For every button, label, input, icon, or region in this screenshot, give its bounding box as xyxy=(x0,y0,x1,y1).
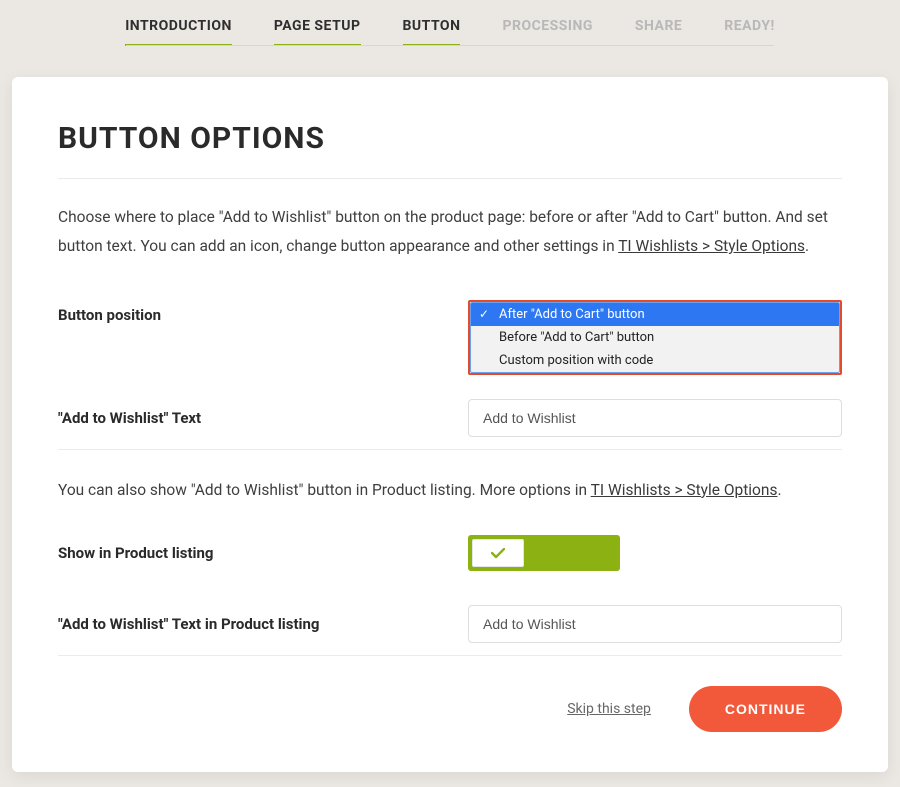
intro-text-post: . xyxy=(805,237,809,255)
field-listing-text: "Add to Wishlist" Text in Product listin… xyxy=(58,583,842,655)
field-show-listing: Show in Product listing xyxy=(58,523,842,583)
tab-processing: PROCESSING xyxy=(502,18,592,46)
option-custom-code[interactable]: Custom position with code xyxy=(471,349,839,372)
check-icon xyxy=(491,548,505,559)
listing-text-input[interactable] xyxy=(468,605,842,643)
skip-link[interactable]: Skip this step xyxy=(567,701,651,717)
wishlist-text-input[interactable] xyxy=(468,399,842,437)
settings-card: BUTTON OPTIONS Choose where to place "Ad… xyxy=(12,77,888,772)
field-button-position: Button position After "Add to Cart" butt… xyxy=(58,288,842,387)
label-listing-text: "Add to Wishlist" Text in Product listin… xyxy=(58,615,468,633)
option-after-cart[interactable]: After "Add to Cart" button xyxy=(471,303,839,326)
tab-button[interactable]: BUTTON xyxy=(403,18,461,46)
label-wishlist-text: "Add to Wishlist" Text xyxy=(58,409,468,427)
continue-button[interactable]: CONTINUE xyxy=(689,686,842,732)
option-before-cart[interactable]: Before "Add to Cart" button xyxy=(471,326,839,349)
field-wishlist-text: "Add to Wishlist" Text xyxy=(58,387,842,449)
tab-page-setup[interactable]: PAGE SETUP xyxy=(274,18,361,46)
tab-share: SHARE xyxy=(635,18,682,46)
intro2-text-post: . xyxy=(777,481,781,499)
label-button-position: Button position xyxy=(58,300,468,324)
tab-introduction[interactable]: INTRODUCTION xyxy=(125,18,232,46)
button-position-highlight: After "Add to Cart" button Before "Add t… xyxy=(468,300,842,375)
label-show-listing: Show in Product listing xyxy=(58,544,468,562)
tab-ready: READY! xyxy=(724,18,775,46)
button-position-select[interactable]: After "Add to Cart" button Before "Add t… xyxy=(470,302,840,373)
style-options-link-2[interactable]: TI Wishlists > Style Options xyxy=(591,481,778,499)
intro-text: Choose where to place "Add to Wishlist" … xyxy=(58,179,842,288)
toggle-knob xyxy=(472,539,524,567)
intro2-text: You can also show "Add to Wishlist" butt… xyxy=(58,450,842,523)
show-listing-toggle[interactable] xyxy=(468,535,620,571)
page-title: BUTTON OPTIONS xyxy=(58,121,842,156)
style-options-link[interactable]: TI Wishlists > Style Options xyxy=(618,237,805,255)
actions-row: Skip this step CONTINUE xyxy=(58,656,842,732)
intro2-text-pre: You can also show "Add to Wishlist" butt… xyxy=(58,481,591,499)
wizard-tabs: INTRODUCTION PAGE SETUP BUTTON PROCESSIN… xyxy=(0,0,900,46)
